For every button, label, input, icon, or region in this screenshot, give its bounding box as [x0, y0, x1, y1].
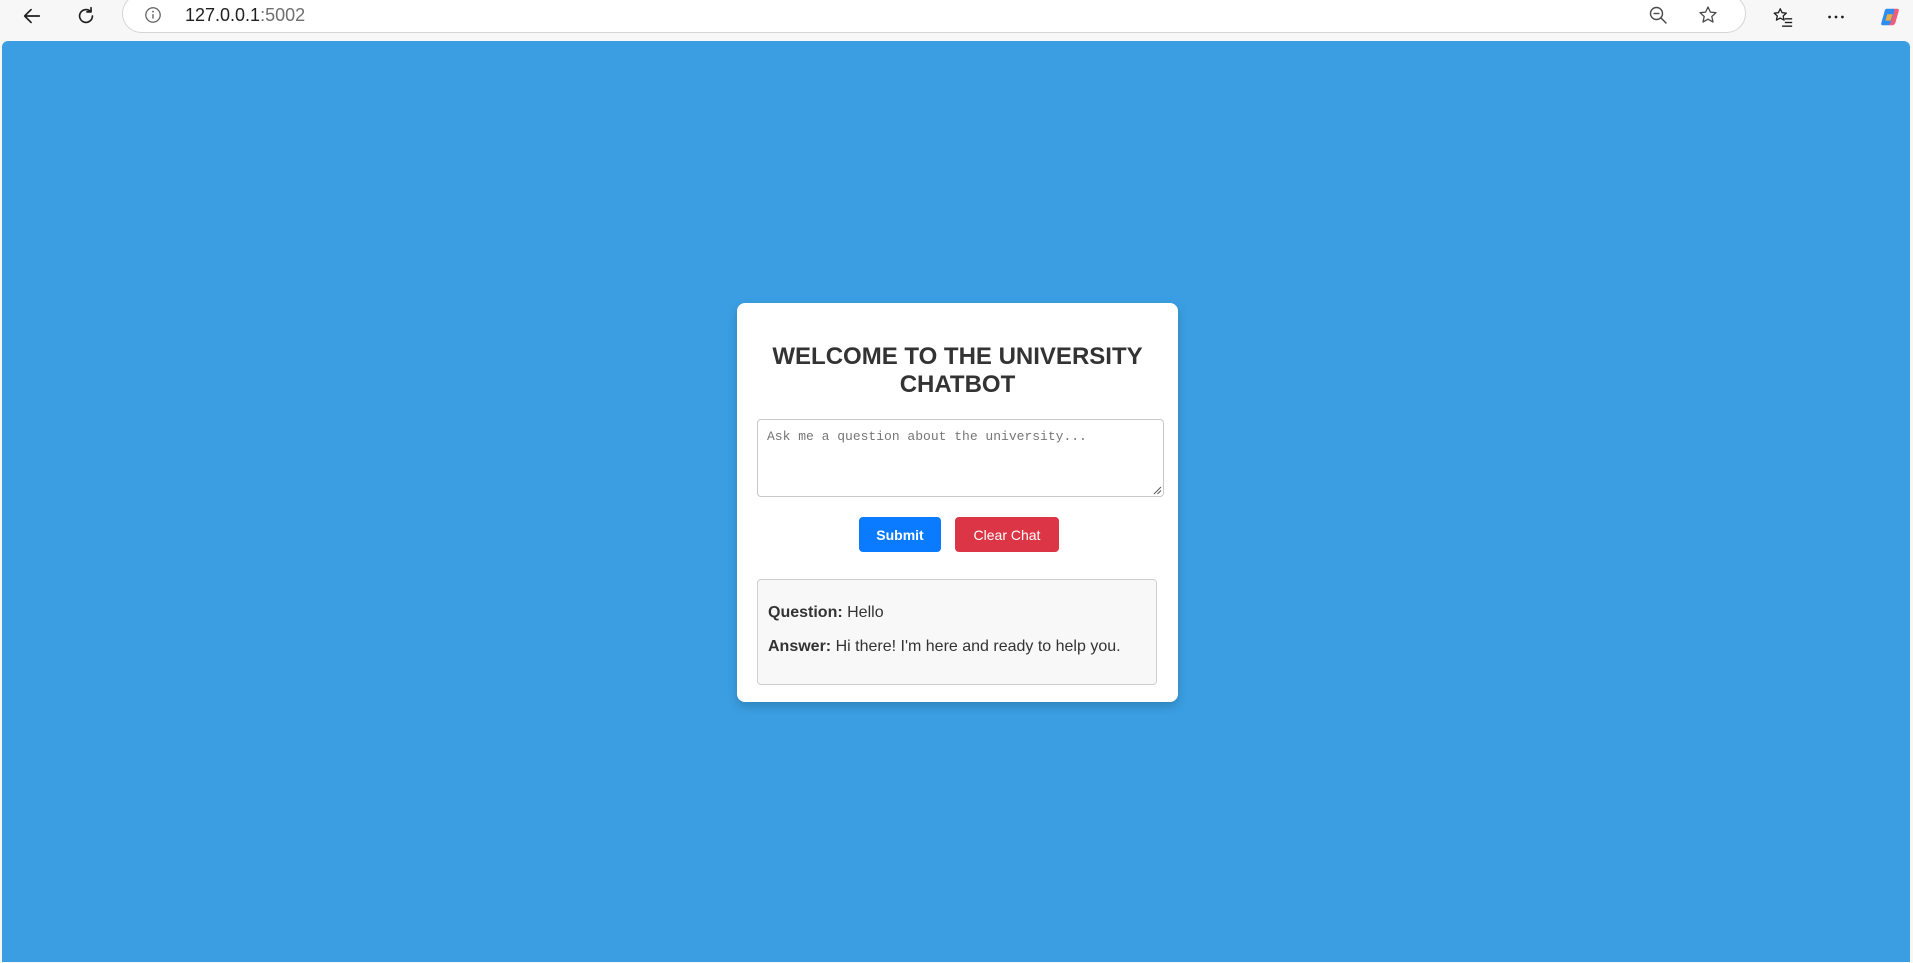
url-port: :5002 [260, 5, 306, 25]
copilot-button[interactable] [1872, 2, 1908, 32]
reload-button[interactable] [66, 0, 106, 32]
more-button[interactable] [1818, 2, 1854, 32]
address-bar[interactable]: 127.0.0.1:5002 [122, 0, 1746, 33]
clear-chat-button[interactable]: Clear Chat [955, 517, 1059, 552]
url-text[interactable]: 127.0.0.1:5002 [185, 5, 305, 26]
favorite-button[interactable] [1695, 3, 1721, 27]
info-icon [145, 7, 161, 23]
zoom-out-icon [1649, 6, 1667, 24]
answer-text: Hi there! I'm here and ready to help you… [835, 638, 1121, 655]
url-host: 127.0.0.1 [185, 5, 261, 25]
question-line: Question: Hello [768, 604, 884, 622]
favorites-button[interactable] [1765, 2, 1801, 32]
site-info-button[interactable] [143, 5, 163, 25]
resize-grip-icon[interactable] [1153, 486, 1162, 495]
page-title: WELCOME TO THE UNIVERSITY CHATBOT [772, 343, 1143, 398]
more-dots-icon [1828, 15, 1844, 19]
page-background: WELCOME TO THE UNIVERSITY CHATBOT Submit… [2, 41, 1910, 962]
browser-toolbar: 127.0.0.1:5002 [0, 0, 1913, 40]
zoom-button[interactable] [1645, 3, 1671, 27]
answer-label: Answer: [768, 638, 832, 655]
question-label: Question: [768, 604, 843, 621]
chat-history: Question: Hello Answer: Hi there! I'm he… [757, 579, 1157, 685]
back-arrow-icon [23, 8, 41, 24]
chatbot-card: WELCOME TO THE UNIVERSITY CHATBOT Submit… [737, 303, 1178, 702]
question-input[interactable] [757, 419, 1164, 497]
reload-icon [78, 6, 94, 24]
answer-line: Answer: Hi there! I'm here and ready to … [768, 638, 1121, 656]
submit-button[interactable]: Submit [859, 517, 941, 552]
favorites-list-icon [1773, 8, 1793, 27]
question-text: Hello [847, 604, 884, 621]
copilot-icon [1881, 8, 1899, 26]
star-icon [1699, 6, 1717, 23]
back-button[interactable] [12, 0, 52, 32]
